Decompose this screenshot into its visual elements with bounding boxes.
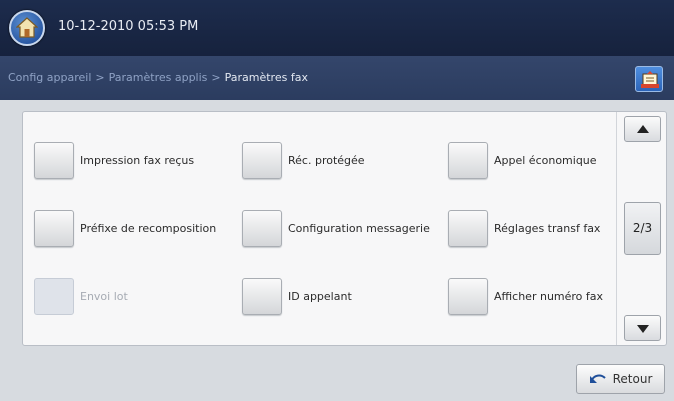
option-label: Préfixe de recomposition: [80, 222, 217, 235]
option-configuration-messagerie[interactable]: Configuration messagerie: [242, 210, 430, 247]
job-status-icon: [641, 71, 659, 88]
breadcrumb-bar: Config appareil > Paramètres applis > Paramè…: [0, 56, 674, 100]
back-button[interactable]: Retour: [576, 364, 665, 394]
option-afficher-numero-fax[interactable]: Afficher numéro fax: [448, 278, 603, 315]
job-status-button[interactable]: [635, 66, 663, 92]
option-reglages-transf-fax[interactable]: Réglages transf fax: [448, 210, 600, 247]
breadcrumb-separator: >: [95, 71, 105, 84]
fax-settings-panel: Impression fax reçus Réc. protégée Appel…: [22, 111, 667, 346]
undo-arrow-icon: [589, 374, 606, 383]
option-envoi-lot: Envoi lot: [34, 278, 128, 315]
option-button[interactable]: [34, 142, 74, 179]
scroll-divider: [616, 112, 617, 345]
back-label: Retour: [612, 372, 653, 386]
scroll-down-button[interactable]: [624, 315, 661, 341]
breadcrumb-separator: >: [211, 71, 221, 84]
option-button[interactable]: [34, 210, 74, 247]
page-indicator: 2/3: [624, 202, 661, 255]
arrow-down-icon: [637, 325, 649, 333]
home-icon: [16, 17, 38, 38]
option-button: [34, 278, 74, 315]
option-button[interactable]: [448, 142, 488, 179]
option-label: Appel économique: [494, 154, 597, 167]
option-button[interactable]: [448, 278, 488, 315]
option-button[interactable]: [242, 142, 282, 179]
option-appel-economique[interactable]: Appel économique: [448, 142, 597, 179]
breadcrumb-item-config-appareil[interactable]: Config appareil: [8, 71, 91, 84]
option-label: Réc. protégée: [288, 154, 365, 167]
option-label: Envoi lot: [80, 290, 128, 303]
breadcrumb-item-parametres-applis[interactable]: Paramètres applis: [109, 71, 208, 84]
option-rec-protegee[interactable]: Réc. protégée: [242, 142, 365, 179]
breadcrumb: Config appareil > Paramètres applis > Paramè…: [8, 71, 308, 84]
scroll-up-button[interactable]: [624, 116, 661, 142]
option-label: Afficher numéro fax: [494, 290, 604, 303]
option-label: Impression fax reçus: [80, 154, 195, 167]
option-label: Configuration messagerie: [288, 222, 430, 235]
option-prefixe-recomposition[interactable]: Préfixe de recomposition: [34, 210, 216, 247]
breadcrumb-item-parametres-fax: Paramètres fax: [224, 71, 308, 84]
datetime-display: 10-12-2010 05:53 PM: [58, 19, 199, 34]
home-button[interactable]: [9, 10, 45, 46]
option-label: Réglages transf fax: [494, 222, 601, 235]
option-label: ID appelant: [288, 290, 352, 303]
option-button[interactable]: [448, 210, 488, 247]
option-button[interactable]: [242, 278, 282, 315]
top-bar: 10-12-2010 05:53 PM: [0, 0, 674, 56]
option-button[interactable]: [242, 210, 282, 247]
arrow-up-icon: [637, 125, 649, 133]
option-id-appelant[interactable]: ID appelant: [242, 278, 352, 315]
option-impression-fax-recus[interactable]: Impression fax reçus: [34, 142, 194, 179]
